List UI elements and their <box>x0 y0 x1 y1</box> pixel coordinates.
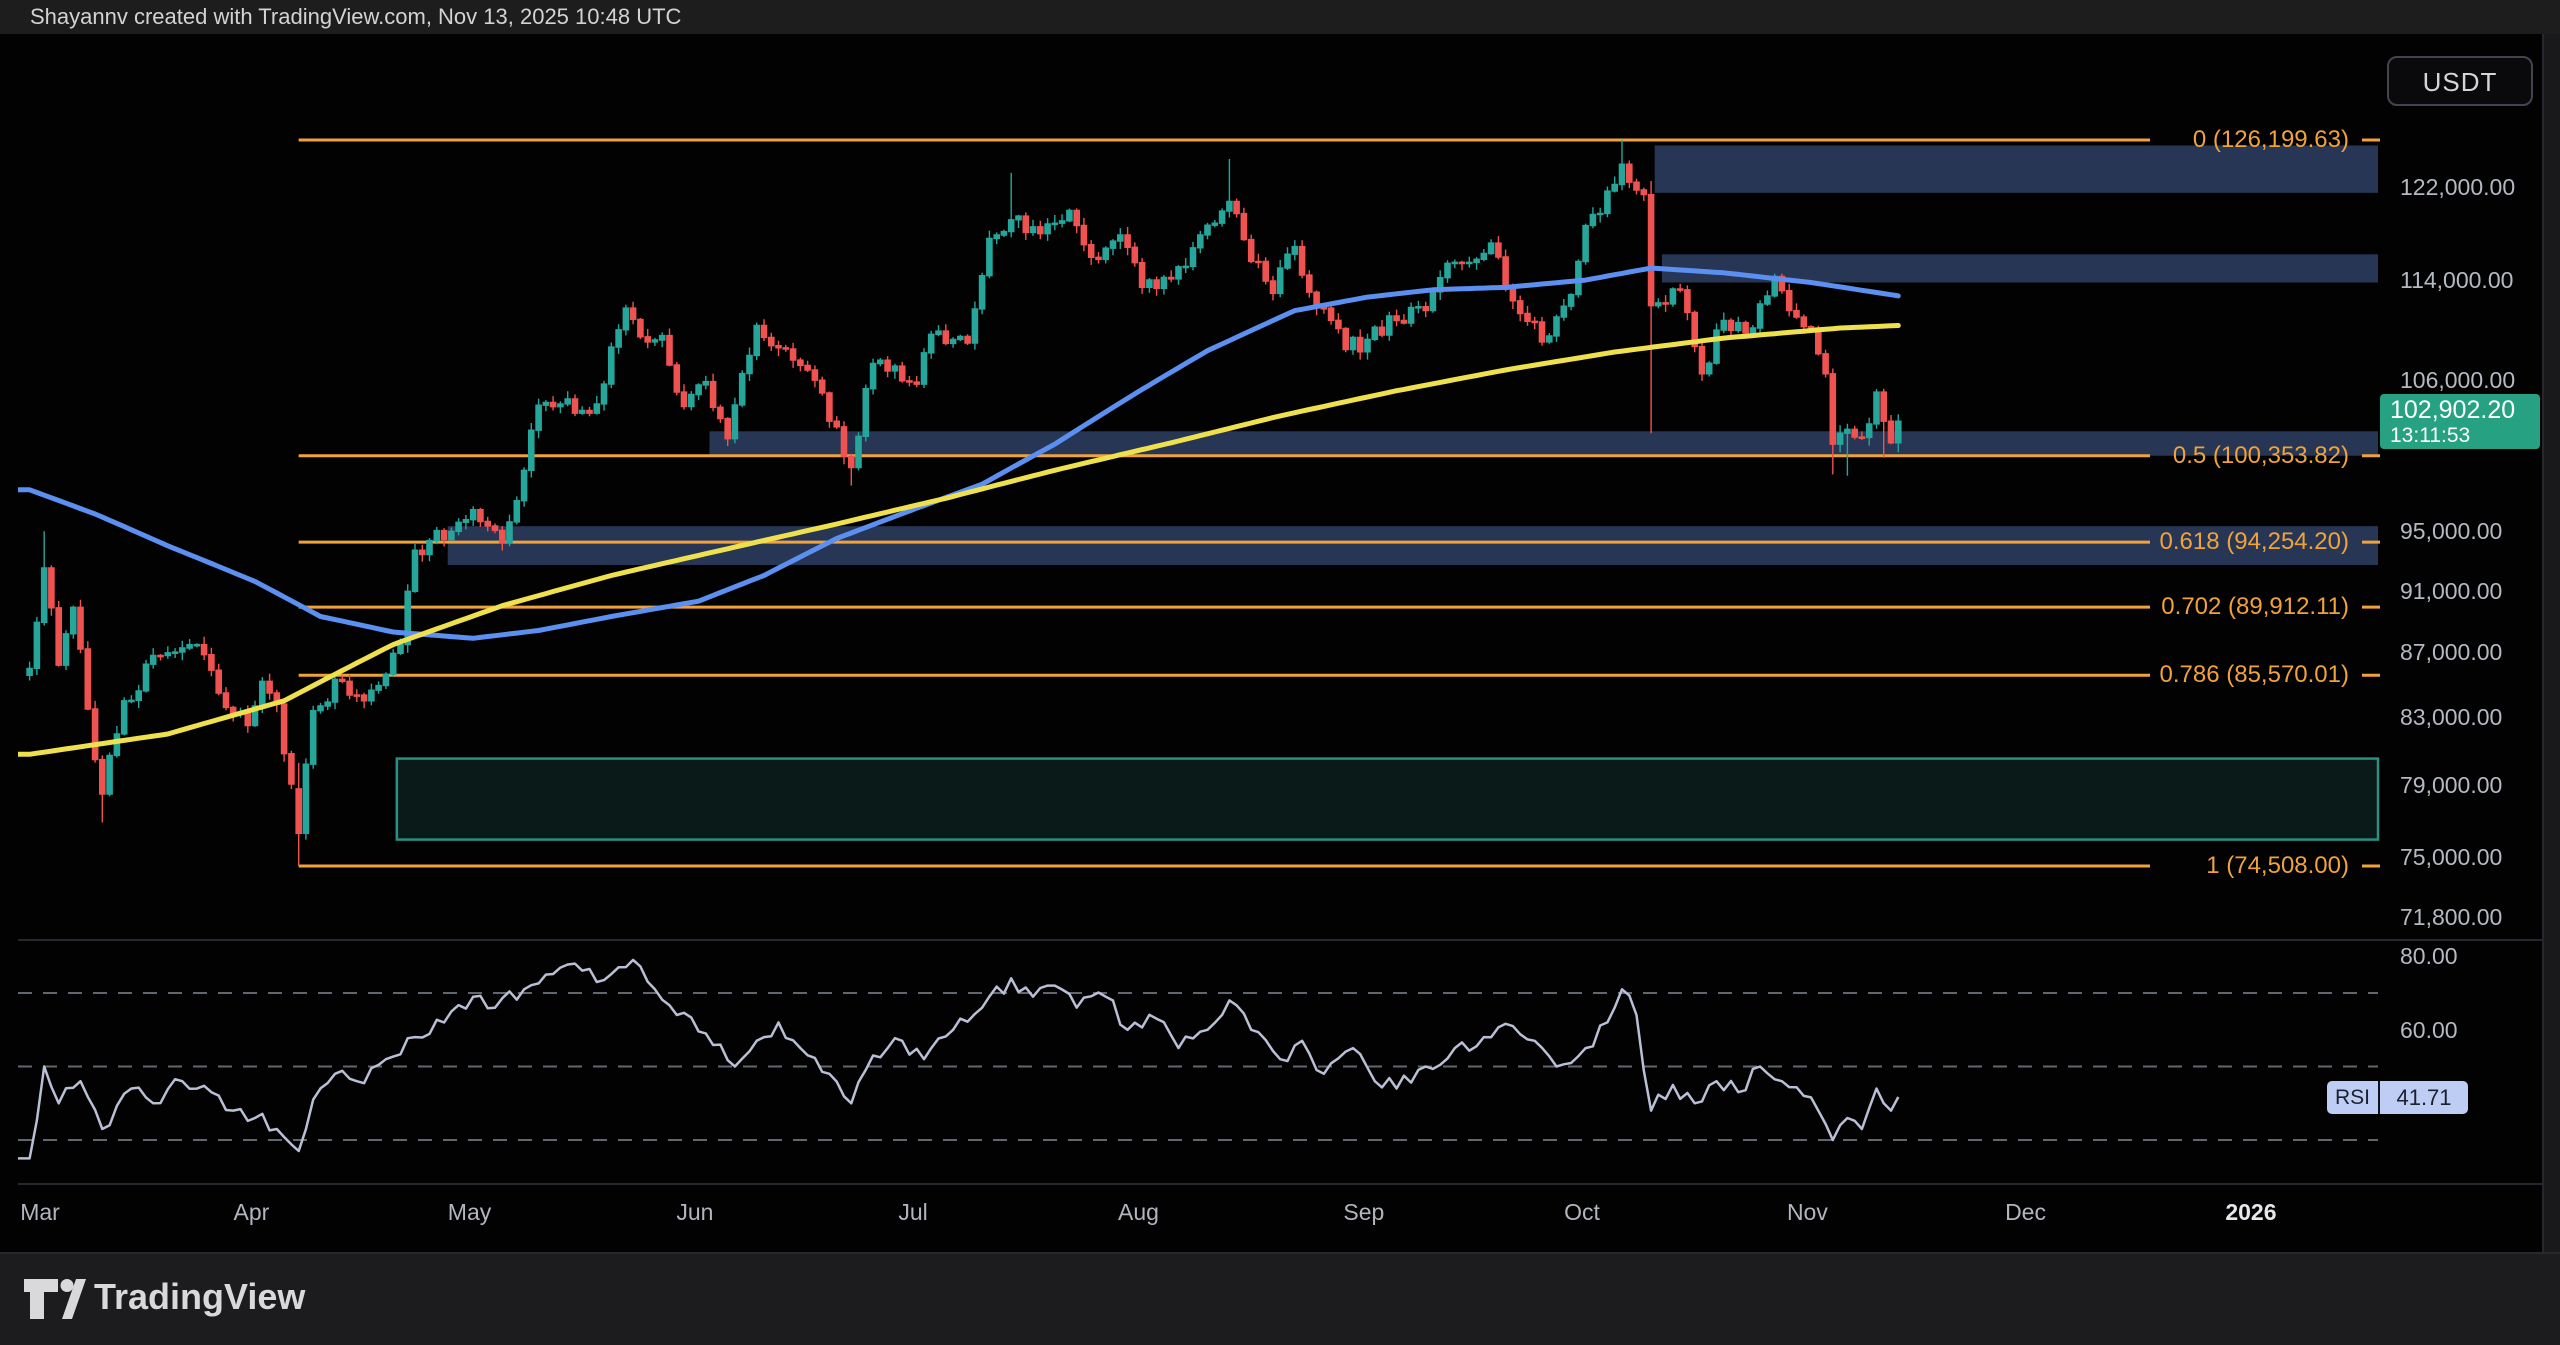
rsi-axis-tick[interactable]: 80.00 <box>2400 943 2458 969</box>
rsi-axis-tick[interactable]: 60.00 <box>2400 1017 2458 1043</box>
time-axis-label-apr[interactable]: Apr <box>191 1198 311 1226</box>
rsi-label: RSI <box>2327 1081 2378 1114</box>
currency-toggle-button[interactable]: USDT <box>2387 56 2533 106</box>
fib-label: 0 (126,199.63) <box>2193 126 2349 154</box>
bar-countdown: 13:11:53 <box>2390 425 2540 447</box>
time-axis-label-may[interactable]: May <box>410 1198 530 1226</box>
time-axis-label-jun[interactable]: Jun <box>635 1198 755 1226</box>
brand-bar: TradingView <box>0 1254 2560 1345</box>
time-axis-label-oct[interactable]: Oct <box>1522 1198 1642 1226</box>
time-axis-label-2026[interactable]: 2026 <box>2191 1198 2311 1226</box>
price-axis-tick[interactable]: 95,000.00 <box>2400 518 2502 544</box>
time-axis-label-jul[interactable]: Jul <box>853 1198 973 1226</box>
chart-canvas[interactable] <box>0 34 2543 1253</box>
tradingview-logo-icon[interactable] <box>22 1277 88 1323</box>
page-margin <box>2543 34 2560 1253</box>
last-price-value: 102,902.20 <box>2390 396 2540 425</box>
tradingview-chart-screenshot: Shayannv created with TradingView.com, N… <box>0 0 2560 1345</box>
rsi-value-badge: RSI 41.71 <box>2327 1081 2468 1114</box>
price-axis-tick[interactable]: 106,000.00 <box>2400 367 2515 393</box>
price-axis-tick[interactable]: 122,000.00 <box>2400 174 2515 200</box>
attribution-text: Shayannv created with TradingView.com, N… <box>30 0 681 34</box>
price-axis-tick[interactable]: 91,000.00 <box>2400 578 2502 604</box>
price-axis-tick[interactable]: 87,000.00 <box>2400 639 2502 665</box>
rsi-value: 41.71 <box>2380 1081 2468 1114</box>
fib-label: 0.618 (94,254.20) <box>2160 528 2349 556</box>
tradingview-wordmark[interactable]: TradingView <box>94 1276 305 1318</box>
price-axis-tick[interactable]: 79,000.00 <box>2400 772 2502 798</box>
time-axis-label-nov[interactable]: Nov <box>1747 1198 1867 1226</box>
fib-label: 0.5 (100,353.82) <box>2173 442 2349 470</box>
fib-label: 1 (74,508.00) <box>2206 852 2349 880</box>
time-axis-label-mar[interactable]: Mar <box>0 1198 100 1226</box>
last-price-badge: 102,902.20 13:11:53 <box>2380 394 2540 449</box>
fib-label: 0.786 (85,570.01) <box>2160 661 2349 689</box>
price-axis-tick[interactable]: 71,800.00 <box>2400 904 2502 930</box>
time-axis-label-dec[interactable]: Dec <box>1966 1198 2086 1226</box>
time-axis-label-aug[interactable]: Aug <box>1078 1198 1198 1226</box>
time-axis-label-sep[interactable]: Sep <box>1304 1198 1424 1226</box>
price-axis-tick[interactable]: 83,000.00 <box>2400 704 2502 730</box>
price-axis-tick[interactable]: 75,000.00 <box>2400 844 2502 870</box>
price-axis-tick[interactable]: 114,000.00 <box>2400 267 2513 293</box>
attribution-bar: Shayannv created with TradingView.com, N… <box>0 0 2560 34</box>
fib-label: 0.702 (89,912.11) <box>2161 593 2349 621</box>
